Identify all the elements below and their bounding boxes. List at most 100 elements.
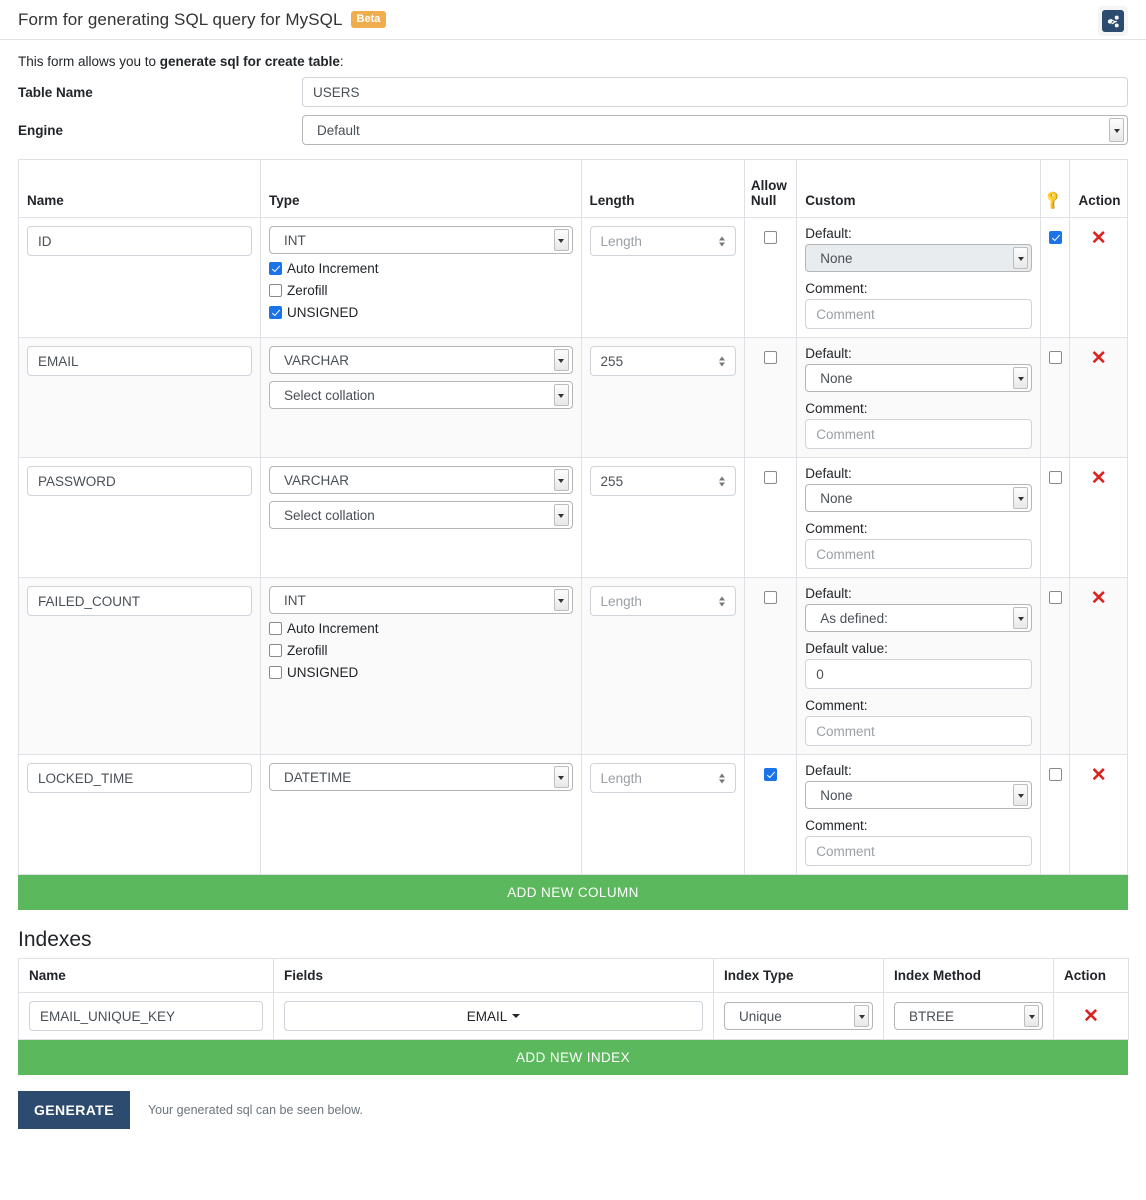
column-type-select[interactable]: INT [268,586,573,614]
generate-button[interactable]: GENERATE [18,1091,130,1129]
zerofill-checkbox[interactable] [268,644,282,657]
length-spinner [589,763,736,793]
default-select[interactable]: As defined: [805,604,1033,632]
unsigned-checkbox[interactable] [268,666,282,679]
table-name-input[interactable] [302,77,1128,107]
columns-body: INT Auto Increment Zerofill UNSIGNED Default… [18,217,1128,875]
index-fields-dropdown[interactable]: EMAIL [284,1001,703,1031]
index-method-select[interactable]: BTREE [894,1002,1043,1030]
engine-label: Engine [18,122,64,138]
footer: GENERATE Your generated sql can be seen … [0,1075,1146,1129]
delete-column-icon[interactable]: ✕ [1091,589,1107,608]
share-button[interactable] [1098,6,1128,36]
default-select[interactable]: None [805,484,1033,512]
column-name-input[interactable] [27,763,252,793]
page-title: Form for generating SQL query for MySQL [18,9,343,29]
index-type-select[interactable]: Unique [724,1002,873,1030]
header-index-fields: Fields [273,958,714,993]
comment-input[interactable] [805,716,1033,746]
cell-index-fields: EMAIL [273,992,714,1040]
delete-column-icon[interactable]: ✕ [1091,349,1107,368]
auto-increment-checkbox[interactable] [268,262,282,275]
column-name-input[interactable] [27,466,252,496]
indexes-title: Indexes [18,928,92,951]
zerofill-label: Zerofill [286,283,328,298]
index-fields-value: EMAIL [466,1008,508,1024]
column-type-select[interactable]: INT [268,226,573,254]
comment-input[interactable] [805,836,1033,866]
header-action: Action [1069,159,1128,218]
header-allow-null-line1: Allow [750,178,787,193]
header-length: Length [580,159,745,218]
allow-null-checkbox[interactable] [764,351,778,364]
primary-key-checkbox[interactable] [1049,231,1063,244]
primary-key-checkbox[interactable] [1049,351,1063,364]
default-label: Default: [805,763,852,778]
column-length-input[interactable] [589,586,736,616]
cell-primary-key [1040,217,1071,338]
delete-column-icon[interactable]: ✕ [1091,469,1107,488]
allow-null-checkbox[interactable] [764,768,778,781]
indexes-table: Name Fields Index Type Index Method Acti… [18,958,1129,1040]
default-label: Default: [805,226,852,241]
column-length-input[interactable] [589,226,736,256]
default-select[interactable]: None [805,781,1033,809]
comment-input[interactable] [805,419,1033,449]
allow-null-checkbox[interactable] [764,471,778,484]
column-name-input[interactable] [27,346,252,376]
collation-select[interactable]: Select collation [268,501,573,529]
column-length-input[interactable] [589,763,736,793]
column-length-input[interactable] [589,466,736,496]
delete-column-icon[interactable]: ✕ [1091,229,1107,248]
engine-select[interactable]: Default [302,115,1128,145]
default-select[interactable]: None [805,244,1033,272]
cell-allow-null [743,457,798,578]
default-select-wrap: None [805,484,1033,512]
comment-input[interactable] [805,539,1033,569]
default-select-wrap: As defined: [805,604,1033,632]
cell-primary-key [1040,457,1071,578]
index-name-input[interactable] [29,1001,263,1031]
collation-select-wrap: Select collation [268,501,573,529]
header-index-type: Index Type [713,958,884,993]
length-spinner [589,586,736,616]
default-label: Default: [805,346,852,361]
default-value-input[interactable] [805,659,1033,689]
cell-primary-key [1040,577,1071,755]
cell-column-length [580,754,745,875]
comment-input[interactable] [805,299,1033,329]
column-type-select[interactable]: VARCHAR [268,346,573,374]
zerofill-checkbox[interactable] [268,284,282,297]
cell-custom: Default: None Comment: [796,337,1042,458]
default-select[interactable]: None [805,364,1033,392]
cell-custom: Default: None Comment: [796,217,1042,338]
column-name-input[interactable] [27,586,252,616]
allow-null-checkbox[interactable] [764,591,778,604]
cell-index-type: Unique [713,992,884,1040]
header-primary-key: 🔑 [1040,159,1071,218]
column-type-select[interactable]: VARCHAR [268,466,573,494]
add-new-index-button[interactable]: ADD NEW INDEX [18,1040,1128,1075]
add-new-column-button[interactable]: ADD NEW COLUMN [18,875,1128,910]
primary-key-checkbox[interactable] [1049,591,1063,604]
collation-select[interactable]: Select collation [268,381,573,409]
default-select-wrap: None [805,364,1033,392]
columns-table: Name Type Length Allow Null Custom 🔑 Act… [18,159,1128,875]
auto-increment-checkbox[interactable] [268,622,282,635]
cell-index-method: BTREE [883,992,1054,1040]
column-type-select[interactable]: DATETIME [268,763,573,791]
delete-column-icon[interactable]: ✕ [1091,766,1107,785]
primary-key-checkbox[interactable] [1049,768,1063,781]
allow-null-checkbox[interactable] [764,231,778,244]
intro-prefix: This form allows you to [18,54,160,69]
column-length-input[interactable] [589,346,736,376]
primary-key-checkbox[interactable] [1049,471,1063,484]
table-row: VARCHAR Select collation Default: None Comme… [18,337,1128,458]
table-row: VARCHAR Select collation Default: None Comme… [18,457,1128,578]
header-allow-null: Allow Null [743,159,798,218]
unsigned-checkbox[interactable] [268,306,282,319]
delete-index-icon[interactable]: ✕ [1083,1007,1099,1026]
type-select-wrap: DATETIME [268,763,573,791]
column-name-input[interactable] [27,226,252,256]
custom-block: Default: As defined: Default value: Comment… [805,586,1033,746]
